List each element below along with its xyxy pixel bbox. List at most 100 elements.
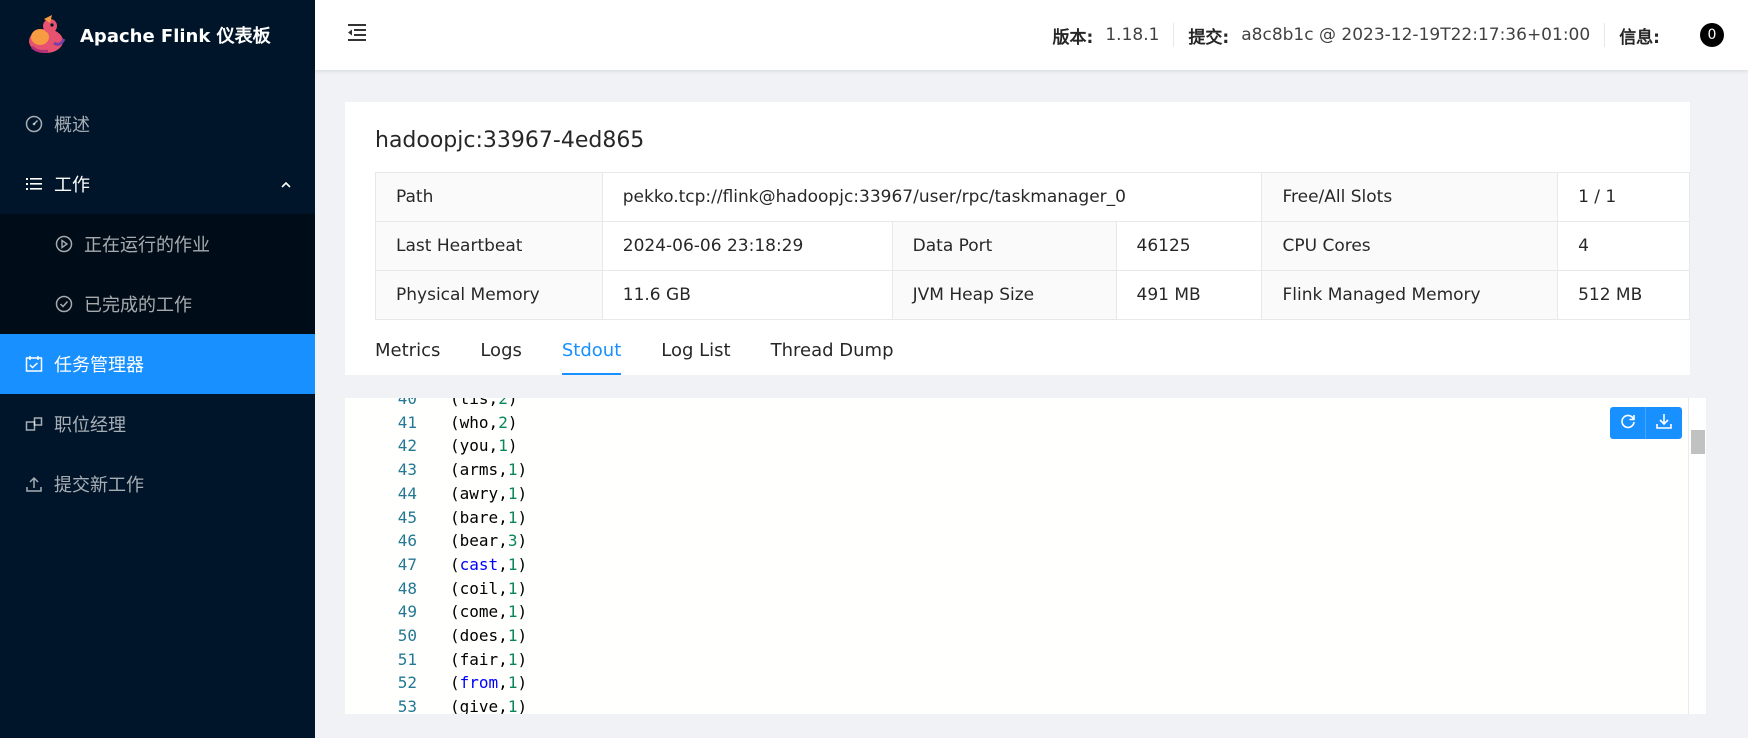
header-info: 版本: 1.18.1 提交: a8c8b1c @ 2023-12-19T22:1… [1039,0,1748,70]
info-count-badge[interactable]: 0 [1700,23,1724,47]
sidebar-item-label: 正在运行的作业 [84,235,210,256]
count-token: 3 [507,531,518,551]
jvm-heap-value: 491 MB [1115,270,1263,320]
tab-metrics[interactable]: Metrics [375,324,440,375]
word-token: bare [459,507,499,527]
line-number: 51 [397,649,417,669]
managed-memory-label: Flink Managed Memory [1261,270,1559,320]
dashboard-icon [24,114,44,134]
download-icon [1655,412,1673,434]
reload-button[interactable] [1610,407,1646,439]
app-logo[interactable]: Apache Flink 仪表板 [0,0,315,70]
sidebar-item-label: 提交新工作 [54,475,144,496]
line-number: 48 [397,578,417,598]
sidebar-item-label: 概述 [54,115,90,136]
menu-fold-icon[interactable] [345,20,369,44]
line-number: 41 [397,412,417,432]
line-content: (awry,1) [450,483,528,503]
slots-label: Free/All Slots [1261,172,1559,222]
info-label: 信息: [1619,27,1660,48]
line-content: (arms,1) [450,460,528,480]
word-token: you [459,436,489,456]
sidebar-item-jobs[interactable]: 工作 [0,154,315,214]
schedule-icon [24,354,44,374]
sidebar-item-task-managers[interactable]: 任务管理器 [0,334,315,394]
version-label: 版本: [1052,27,1094,48]
line-content: (bare,1) [450,507,528,527]
sidebar-item-label: 已完成的工作 [84,295,192,316]
stdout-line: 45 (bare,1) [345,506,1645,530]
count-token: 1 [507,460,518,480]
slots-value: 1 / 1 [1557,172,1690,222]
stdout-editor[interactable]: 40 (tis,2) 41 (who,2) 42 (you,1) 43 (arms,1) 44 (… [345,398,1706,714]
stdout-line: 48 (coil,1) [345,577,1645,601]
count-token: 1 [498,436,508,456]
heartbeat-value: 2024-06-06 23:18:29 [601,221,893,271]
word-token: fair [459,649,499,669]
count-token: 1 [507,649,518,669]
version-value: 1.18.1 [1105,25,1160,45]
build-icon [24,414,44,434]
count-token: 1 [507,578,518,598]
count-token: 2 [498,398,508,408]
tab-stdout[interactable]: Stdout [561,324,622,375]
count-token: 1 [507,483,518,503]
chevron-up-icon [279,176,293,197]
download-button[interactable] [1646,407,1682,439]
list-icon [24,174,44,194]
line-content: (come,1) [450,602,528,622]
line-number: 40 [397,398,417,408]
upload-icon [24,474,44,494]
top-header: 版本: 1.18.1 提交: a8c8b1c @ 2023-12-19T22:1… [315,0,1748,70]
cpu-cores-value: 4 [1557,221,1690,271]
word-token: arms [459,460,499,480]
tab-log-list[interactable]: Log List [661,324,730,375]
stdout-line: 43 (arms,1) [345,458,1645,482]
sidebar-item-label: 工作 [54,175,90,196]
sidebar-item-overview[interactable]: 概述 [0,94,315,154]
tab-thread-dump[interactable]: Thread Dump [771,324,894,375]
count-token: 1 [507,507,518,527]
physical-memory-value: 11.6 GB [601,270,893,320]
stdout-line: 51 (fair,1) [345,648,1645,672]
sidebar-item-submit-job[interactable]: 提交新工作 [0,454,315,514]
sidebar-item-job-manager[interactable]: 职位经理 [0,394,315,454]
path-value: pekko.tcp://flink@hadoopjc:33967/user/rp… [601,172,1263,222]
sidebar-item-running-jobs[interactable]: 正在运行的作业 [0,214,315,274]
line-content: (tis,2) [450,398,517,411]
word-token: cast [459,554,499,574]
word-token: give [459,697,499,714]
editor-actions [1610,407,1682,439]
stdout-line: 42 (you,1) [345,434,1645,458]
commit-info: 提交: a8c8b1c @ 2023-12-19T22:17:36+01:00 [1174,23,1606,48]
count-token: 2 [498,412,508,432]
path-label: Path [375,172,603,222]
sidebar-item-label: 职位经理 [54,415,126,436]
count-token: 1 [507,626,518,645]
line-content: (give,1) [450,695,527,714]
stdout-line: 46 (bear,3) [345,529,1645,553]
physical-memory-label: Physical Memory [375,270,603,320]
word-token: tis [459,398,489,408]
line-content: (does,1) [450,626,528,645]
line-number: 50 [397,626,417,645]
sidebar: Apache Flink 仪表板 概述 工作 正在运行的作业 已完成的工作 任务… [0,0,315,738]
check-circle-icon [54,294,74,314]
stdout-line: 50 (does,1) [345,624,1645,648]
table-row: Last Heartbeat 2024-06-06 23:18:29 Data … [375,221,1690,271]
word-token: awry [459,483,499,503]
stdout-line: 49 (come,1) [345,600,1645,624]
message-info[interactable]: 信息: 0 [1605,23,1748,48]
editor-scrollbar-thumb[interactable] [1691,430,1705,454]
line-content: (who,2) [450,412,518,432]
stdout-line: 41 (who,2) [345,411,1645,435]
sidebar-item-completed-jobs[interactable]: 已完成的工作 [0,274,315,334]
managed-memory-value: 512 MB [1557,270,1690,320]
word-token: coil [459,578,499,598]
line-content: (cast,1) [450,554,528,574]
sidebar-item-label: 任务管理器 [54,355,144,376]
editor-scrollbar[interactable] [1688,398,1706,714]
word-token: does [459,626,499,645]
tab-logs[interactable]: Logs [480,324,522,375]
line-number: 47 [397,554,417,574]
